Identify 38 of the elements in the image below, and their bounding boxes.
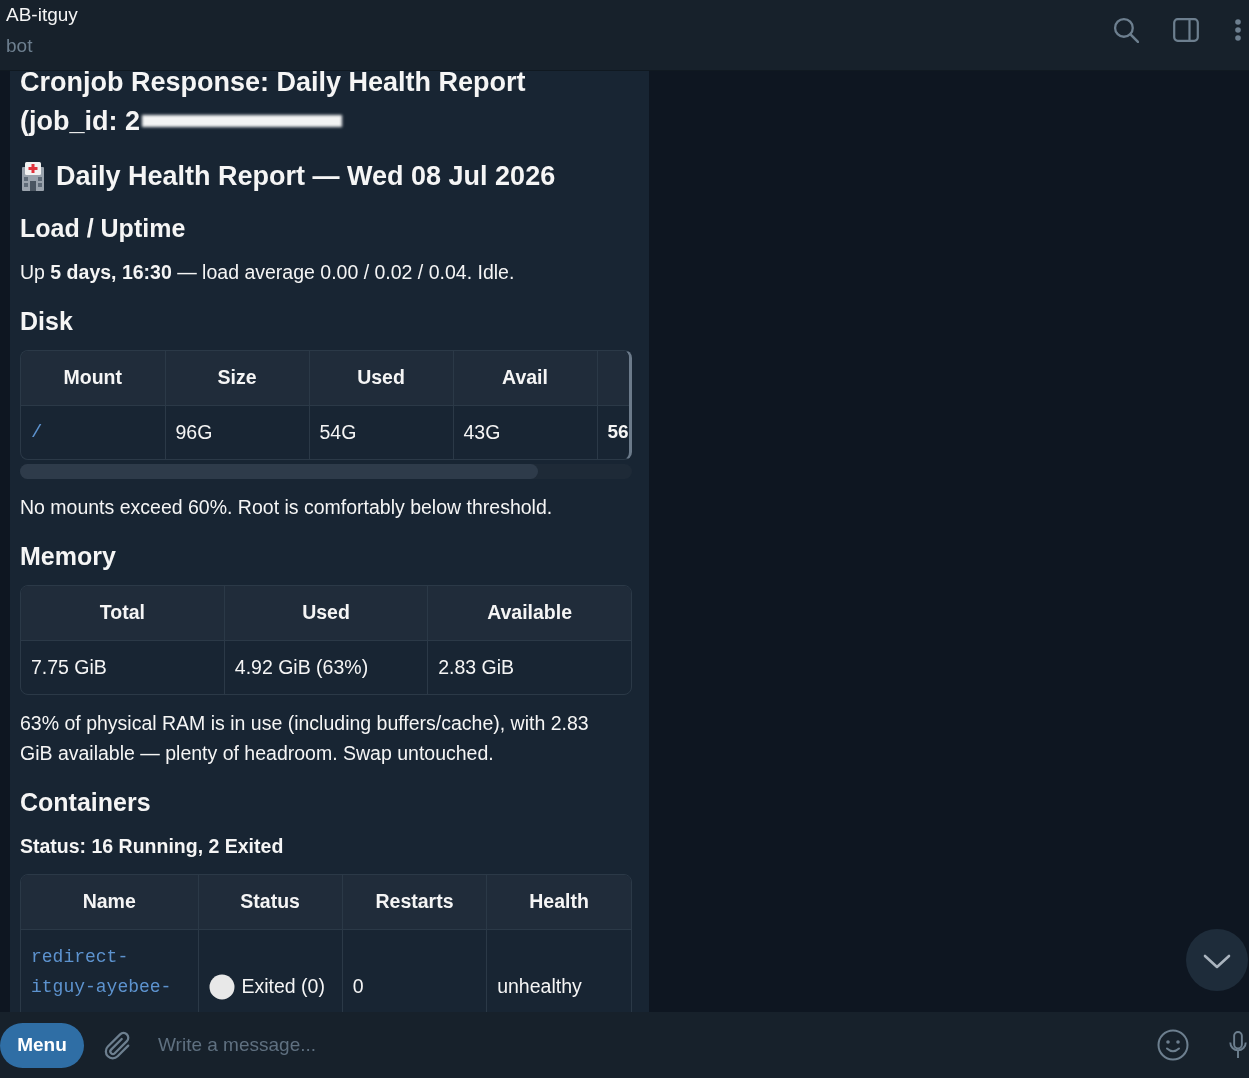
- status-summary: Status: 16 Running, 2 Exited: [20, 834, 285, 859]
- message-title: Cronjob Response: Daily Health Report: [20, 71, 527, 99]
- column-header: Size: [165, 351, 309, 405]
- column-header: Avail: [453, 351, 597, 405]
- column-header: Status: [198, 875, 343, 929]
- emoji-icon[interactable]: [1157, 1029, 1189, 1061]
- column-header: Used: [224, 586, 428, 640]
- container-name: redirect-itguy-ayebee-: [31, 945, 173, 999]
- search-icon[interactable]: [1113, 17, 1139, 43]
- message-composer[interactable]: Menu Write a message...: [0, 1012, 1249, 1078]
- more-options-icon[interactable]: [1235, 19, 1241, 41]
- section-heading: Memory: [20, 541, 117, 572]
- paperclip-icon[interactable]: [102, 1030, 132, 1060]
- message-title: (job_id: 2: [20, 105, 140, 138]
- scrollbar-thumb[interactable]: [20, 464, 538, 479]
- status-text: Exited (0): [241, 973, 325, 999]
- section-heading: Disk: [20, 306, 74, 337]
- column-header: Restarts: [342, 875, 487, 929]
- column-header: Name: [21, 875, 198, 929]
- side-panel-icon[interactable]: [1173, 18, 1199, 42]
- paragraph: 63% of physical RAM is in use (including buffers/cache), with 2.83 GiB available — plenty of headroom. Swap untouched.: [20, 711, 590, 766]
- column-header: Total: [21, 586, 225, 640]
- chevron-down-icon: [1203, 953, 1231, 969]
- hospital-icon: [20, 161, 46, 191]
- report-title: Daily Health Report — Wed 08 Jul 2026: [56, 160, 556, 193]
- horizontal-scrollbar[interactable]: [20, 464, 632, 479]
- chat-title: AB-itguy: [6, 4, 78, 26]
- paragraph: No mounts exceed 60%. Root is comfortably below threshold.: [20, 495, 554, 520]
- section-heading: Containers: [20, 787, 152, 818]
- mount-link[interactable]: /: [31, 421, 43, 443]
- menu-button[interactable]: Menu: [0, 1022, 84, 1068]
- microphone-icon[interactable]: [1229, 1031, 1247, 1059]
- section-heading: Load / Uptime: [20, 213, 187, 244]
- message-input[interactable]: Write a message...: [158, 1025, 1147, 1065]
- chat-subtitle: bot: [6, 35, 34, 57]
- column-header: Mount: [21, 351, 165, 405]
- paragraph: Up 5 days, 16:30 — load average 0.00 / 0.02 / 0.04. Idle.: [20, 260, 516, 285]
- column-header: Used: [309, 351, 453, 405]
